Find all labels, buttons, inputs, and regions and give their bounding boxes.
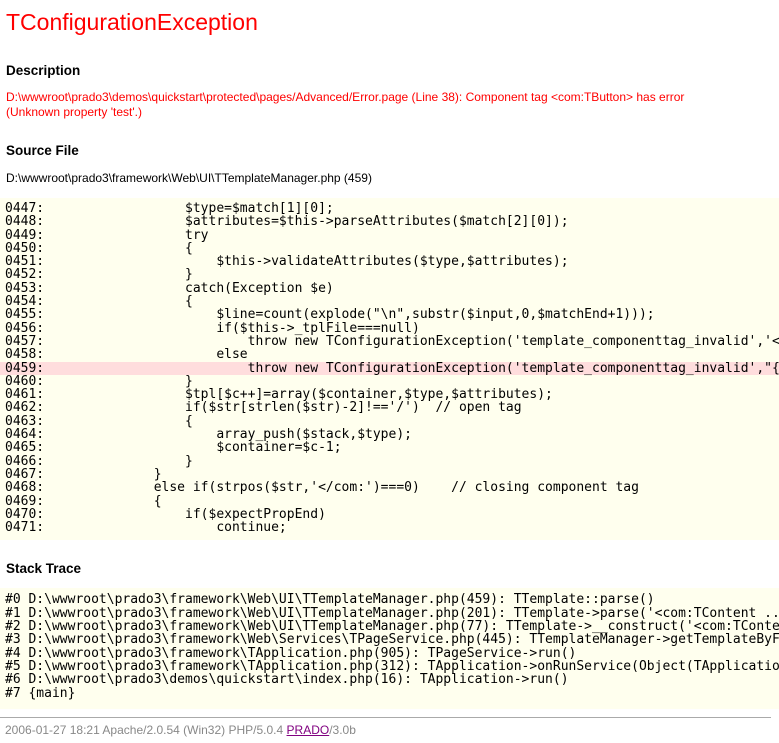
stack-frame: #7 {main}	[0, 687, 779, 700]
stack-frame: #2 D:\wwwroot\prado3\framework\Web\UI\TT…	[0, 620, 779, 633]
prado-link[interactable]: PRADO	[287, 723, 330, 737]
code-line: 0468: else if(strpos($str,'</com:')===0)…	[0, 481, 779, 494]
code-line: 0465: $container=$c-1;	[0, 441, 779, 454]
code-line: 0470: if($expectPropEnd)	[0, 508, 779, 521]
code-line: 0464: array_push($stack,$type);	[0, 428, 779, 441]
stack-frame: #3 D:\wwwroot\prado3\framework\Web\Servi…	[0, 633, 779, 646]
code-line: 0454: {	[0, 295, 779, 308]
source-code-block: 0447: $type=$match[1][0];0448: $attribut…	[0, 198, 779, 540]
code-line: 0462: if($str[strlen($str)-2]!=='/') // …	[0, 401, 779, 414]
footer-divider	[0, 717, 771, 718]
code-line: 0466: }	[0, 455, 779, 468]
stack-trace-block: #0 D:\wwwroot\prado3\framework\Web\UI\TT…	[0, 588, 779, 708]
stack-frame: #0 D:\wwwroot\prado3\framework\Web\UI\TT…	[0, 593, 779, 606]
stack-frame: #6 D:\wwwroot\prado3\demos\quickstart\in…	[0, 673, 779, 686]
stack-frame: #4 D:\wwwroot\prado3\framework\TApplicat…	[0, 647, 779, 660]
code-line: 0450: {	[0, 242, 779, 255]
code-line: 0458: else	[0, 348, 779, 361]
code-line: 0456: if($this->_tplFile===null)	[0, 322, 779, 335]
code-line: 0451: $this->validateAttributes($type,$a…	[0, 255, 779, 268]
code-line: 0460: }	[0, 375, 779, 388]
footer: 2006-01-27 18:21 Apache/2.0.54 (Win32) P…	[5, 723, 779, 737]
stack-frame: #5 D:\wwwroot\prado3\framework\TApplicat…	[0, 660, 779, 673]
page-title: TConfigurationException	[6, 9, 779, 35]
code-line: 0461: $tpl[$c++]=array($container,$type,…	[0, 388, 779, 401]
stack-trace-heading: Stack Trace	[6, 560, 779, 577]
code-line: 0467: }	[0, 468, 779, 481]
code-line: 0469: {	[0, 495, 779, 508]
code-line: 0447: $type=$match[1][0];	[0, 202, 779, 215]
footer-version: /3.0b	[329, 723, 356, 737]
code-line: 0457: throw new TConfigurationException(…	[0, 335, 779, 348]
code-line: 0471: continue;	[0, 521, 779, 534]
code-line: 0452: }	[0, 268, 779, 281]
code-line: 0453: catch(Exception $e)	[0, 282, 779, 295]
footer-info: 2006-01-27 18:21 Apache/2.0.54 (Win32) P…	[5, 723, 287, 737]
stack-frame: #1 D:\wwwroot\prado3\framework\Web\UI\TT…	[0, 607, 779, 620]
code-line: 0448: $attributes=$this->parseAttributes…	[0, 215, 779, 228]
description-text: D:\wwwroot\prado3\demos\quickstart\prote…	[6, 90, 686, 120]
code-line: 0459: throw new TConfigurationException(…	[0, 362, 779, 375]
source-file-heading: Source File	[6, 142, 779, 159]
code-line: 0463: {	[0, 415, 779, 428]
code-line: 0449: try	[0, 229, 779, 242]
description-heading: Description	[6, 62, 779, 79]
source-file-path: D:\wwwroot\prado3\framework\Web\UI\TTemp…	[6, 171, 779, 186]
code-line: 0455: $line=count(explode("\n",substr($i…	[0, 308, 779, 321]
